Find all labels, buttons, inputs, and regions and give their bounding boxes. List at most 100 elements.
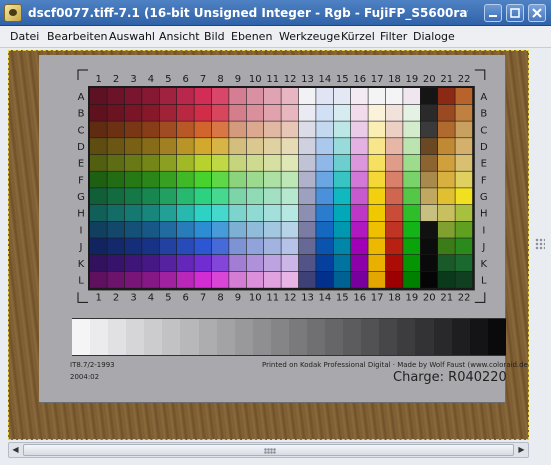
gray-step-9: [234, 319, 253, 355]
image-canvas[interactable]: 1 1 2 2 3 3 4 4 5 5 6 6 7 7 8 8 9 9 10 10 11 11 12 12 13 13 14 14 15…: [8, 50, 529, 440]
patch-A3: [124, 88, 142, 105]
scroll-right-icon[interactable]: ▶: [515, 443, 528, 457]
patch-B11: [264, 104, 281, 121]
patch-J3: [124, 238, 142, 255]
menu-datei[interactable]: Datei: [10, 29, 39, 44]
horizontal-scrollbar[interactable]: ◀ ▶: [8, 442, 529, 458]
patch-F22: [455, 171, 473, 188]
patch-E7: [194, 154, 212, 171]
resize-grip-icon[interactable]: [535, 238, 545, 250]
patch-K12: [281, 255, 299, 272]
col-label-top-5: 5: [165, 74, 171, 85]
patch-K13: [298, 255, 316, 272]
patch-D9: [229, 138, 246, 155]
patch-I12: [281, 221, 299, 238]
corner-mark-4: [474, 292, 486, 303]
patch-I3: [124, 221, 142, 238]
patch-E20: [420, 154, 438, 171]
row-label-left-J: J: [79, 242, 83, 253]
patch-F13: [298, 171, 316, 188]
patch-G6: [177, 188, 194, 205]
patch-F9: [229, 171, 246, 188]
gray-step-0: [72, 319, 91, 355]
patch-B15: [333, 104, 351, 121]
grayscale-strip: [72, 318, 506, 356]
menu-werkzeuge[interactable]: Werkzeuge: [279, 29, 340, 44]
scroll-left-icon[interactable]: ◀: [9, 443, 22, 457]
col-label-bottom-1: 1: [96, 292, 102, 303]
row-label-right-E: E: [481, 159, 487, 170]
patch-E12: [281, 154, 299, 171]
patch-F17: [368, 171, 386, 188]
patch-G10: [246, 188, 264, 205]
gimp-wilber-icon[interactable]: [4, 4, 22, 22]
menu-dialoge[interactable]: Dialoge: [413, 29, 455, 44]
col-label-top-15: 15: [336, 74, 349, 85]
patch-D22: [455, 138, 473, 155]
col-label-top-7: 7: [200, 74, 206, 85]
patch-E10: [246, 154, 264, 171]
patch-L3: [124, 271, 142, 288]
scrollbar-thumb[interactable]: [23, 444, 514, 456]
patch-D18: [385, 138, 403, 155]
col-label-top-16: 16: [353, 74, 366, 85]
patch-K10: [246, 255, 264, 272]
patch-L5: [159, 271, 177, 288]
patch-B10: [246, 104, 264, 121]
row-label-left-B: B: [78, 109, 85, 120]
col-label-bottom-21: 21: [440, 292, 453, 303]
patch-K17: [368, 255, 386, 272]
gray-step-20: [433, 319, 452, 355]
patch-E16: [351, 154, 368, 171]
patch-A10: [246, 88, 264, 105]
patch-C7: [194, 121, 212, 138]
patch-C11: [264, 121, 281, 138]
menu-filter[interactable]: Filter: [380, 29, 407, 44]
patch-I6: [177, 221, 194, 238]
patch-G19: [403, 188, 420, 205]
col-label-top-1: 1: [96, 74, 102, 85]
patch-J20: [420, 238, 438, 255]
patch-L2: [107, 271, 125, 288]
patch-C18: [385, 121, 403, 138]
patch-C22: [455, 121, 473, 138]
menu-kuerzel[interactable]: Kürzel: [341, 29, 375, 44]
col-label-bottom-22: 22: [458, 292, 471, 303]
row-label-right-A: A: [480, 92, 487, 103]
patch-A17: [368, 88, 386, 105]
maximize-button[interactable]: [506, 4, 524, 22]
patch-F10: [246, 171, 264, 188]
row-label-right-D: D: [480, 142, 488, 153]
patch-A6: [177, 88, 194, 105]
menu-ansicht[interactable]: Ansicht: [159, 29, 200, 44]
close-button[interactable]: [528, 4, 546, 22]
patch-H7: [194, 204, 212, 221]
patch-I15: [333, 221, 351, 238]
patch-D17: [368, 138, 386, 155]
patch-L7: [194, 271, 212, 288]
patch-G17: [368, 188, 386, 205]
patch-J21: [438, 238, 455, 255]
gray-step-18: [397, 319, 416, 355]
patch-J16: [351, 238, 368, 255]
col-label-top-12: 12: [284, 74, 297, 85]
col-label-bottom-8: 8: [217, 292, 223, 303]
menu-auswahl[interactable]: Auswahl: [109, 29, 155, 44]
menu-bild[interactable]: Bild: [204, 29, 225, 44]
patch-I8: [211, 221, 229, 238]
patch-F7: [194, 171, 212, 188]
menu-ebenen[interactable]: Ebenen: [231, 29, 272, 44]
patch-K15: [333, 255, 351, 272]
gray-step-21: [451, 319, 470, 355]
minimize-button[interactable]: [484, 4, 502, 22]
patch-H14: [316, 204, 333, 221]
menu-bearbeiten[interactable]: Bearbeiten: [47, 29, 107, 44]
patch-C17: [368, 121, 386, 138]
row-label-right-I: I: [482, 225, 485, 236]
col-label-bottom-7: 7: [200, 292, 206, 303]
col-label-bottom-15: 15: [336, 292, 349, 303]
col-label-top-18: 18: [388, 74, 401, 85]
target-standard: IT8.7/2-1993: [70, 361, 115, 369]
patch-I17: [368, 221, 386, 238]
col-label-bottom-4: 4: [148, 292, 154, 303]
